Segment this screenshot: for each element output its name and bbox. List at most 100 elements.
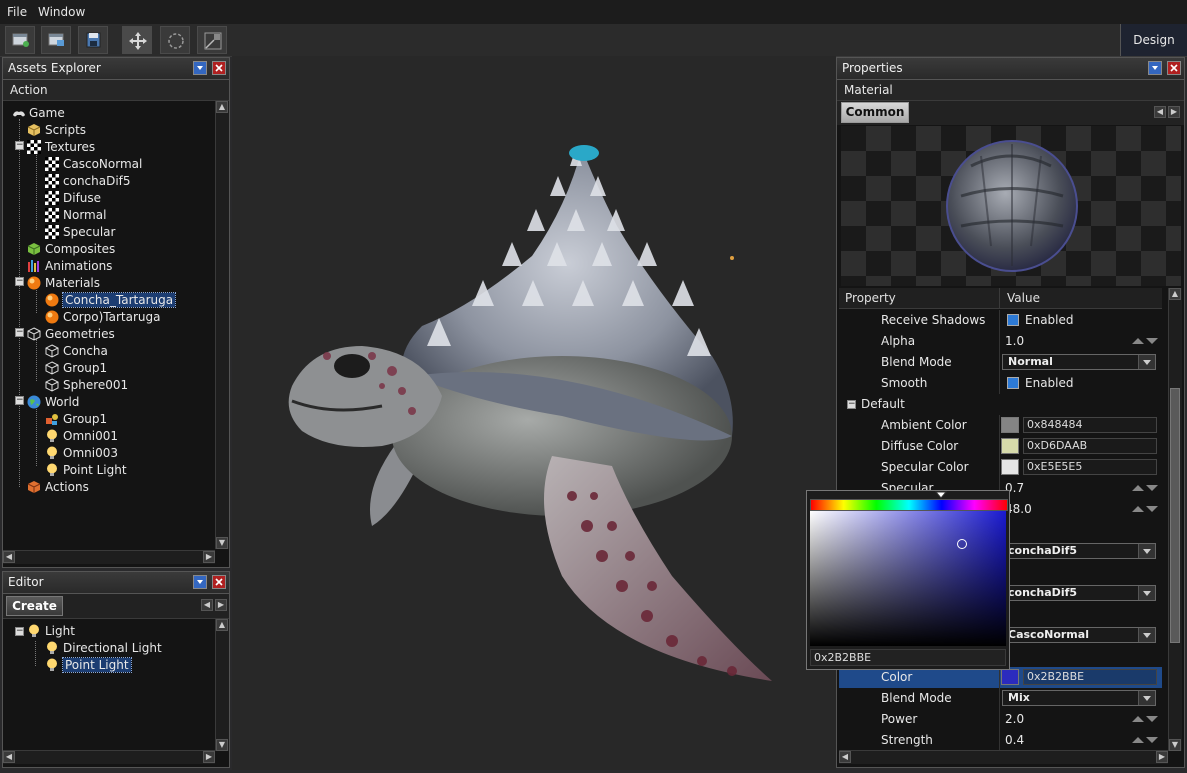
scroll-up-icon[interactable]: ▲ <box>1169 288 1181 300</box>
scroll-left-icon[interactable]: ◀ <box>3 551 15 563</box>
tab-scroll-right-icon[interactable]: ▶ <box>215 599 227 611</box>
spinner-arrows-icon[interactable] <box>1132 715 1158 723</box>
assets-vertical-scrollbar[interactable]: ▲ ▼ <box>215 101 229 549</box>
alpha-value[interactable]: 1.0 <box>1005 334 1024 348</box>
tree-item-sphere001[interactable]: Sphere001 <box>45 377 128 394</box>
blend-mode-2-dropdown[interactable]: Mix <box>1002 690 1156 706</box>
properties-horizontal-scrollbar[interactable]: ◀ ▶ <box>839 750 1168 764</box>
tree-item-animations[interactable]: Animations <box>27 258 112 275</box>
diffuse-color-swatch[interactable] <box>1001 438 1019 454</box>
tree-item-scripts[interactable]: Scripts <box>27 122 86 139</box>
specular-color-swatch[interactable] <box>1001 459 1019 475</box>
blend-mode-dropdown[interactable]: Normal <box>1002 354 1156 370</box>
collapse-materials[interactable]: − <box>15 277 24 286</box>
scroll-up-icon[interactable]: ▲ <box>216 101 228 113</box>
collapse-world[interactable]: − <box>15 396 24 405</box>
editor-item-light[interactable]: Light <box>27 623 75 640</box>
normal-map-dropdown[interactable]: CascoNormal <box>1002 627 1156 643</box>
properties-vertical-scrollbar[interactable]: ▲ ▼ <box>1168 288 1182 751</box>
open-project-button[interactable] <box>41 26 71 54</box>
ambient-color-hex[interactable]: 0x848484 <box>1023 417 1157 433</box>
tree-item-omni001[interactable]: Omni001 <box>45 428 118 445</box>
rotate-tool-button[interactable] <box>160 26 190 54</box>
collapse-default[interactable]: − <box>847 400 856 409</box>
receive-shadows-checkbox[interactable] <box>1007 314 1019 326</box>
assets-horizontal-scrollbar[interactable]: ◀ ▶ <box>3 550 215 564</box>
tree-item-point-light[interactable]: Point Light <box>45 462 127 479</box>
tree-item-geometries[interactable]: Geometries <box>27 326 115 343</box>
collapse-textures[interactable]: − <box>15 141 24 150</box>
tree-item-specular[interactable]: Specular <box>45 224 115 241</box>
editor-horizontal-scrollbar[interactable]: ◀ ▶ <box>3 750 215 764</box>
tree-item-composites[interactable]: Composites <box>27 241 115 258</box>
texture-dropdown-2[interactable]: conchaDif5 <box>1002 585 1156 601</box>
tree-item-normal[interactable]: Normal <box>45 207 106 224</box>
panel-close-button[interactable] <box>1167 61 1181 75</box>
scale-tool-button[interactable] <box>197 26 227 54</box>
tree-item-omni003[interactable]: Omni003 <box>45 445 118 462</box>
strength-value[interactable]: 0.4 <box>1005 733 1024 747</box>
editor-item-directional-light[interactable]: Directional Light <box>45 640 162 657</box>
tree-item-actions[interactable]: Actions <box>27 479 89 496</box>
panel-menu-button[interactable] <box>193 61 207 75</box>
tree-item-casconormal[interactable]: CascoNormal <box>45 156 142 173</box>
editor-vertical-scrollbar[interactable]: ▲ ▼ <box>215 619 229 751</box>
scroll-down-icon[interactable]: ▼ <box>1169 739 1181 751</box>
tree-item-textures[interactable]: Textures <box>27 139 95 156</box>
design-tab[interactable]: Design <box>1120 24 1187 56</box>
tree-item-difuse[interactable]: Difuse <box>45 190 101 207</box>
scroll-right-icon[interactable]: ▶ <box>203 551 215 563</box>
scroll-right-icon[interactable]: ▶ <box>203 751 215 763</box>
tab-scroll-right-icon[interactable]: ▶ <box>1168 106 1180 118</box>
scroll-up-icon[interactable]: ▲ <box>216 619 228 631</box>
color-hex[interactable]: 0x2B2BBE <box>1023 669 1157 685</box>
spinner-arrows-icon[interactable] <box>1132 505 1158 513</box>
prop-group-default[interactable]: − Default <box>839 394 1162 415</box>
scroll-left-icon[interactable]: ◀ <box>3 751 15 763</box>
diffuse-color-hex[interactable]: 0xD6DAAB <box>1023 438 1157 454</box>
tree-item-corpo-tartaruga[interactable]: Corpo)Tartaruga <box>45 309 161 326</box>
tree-item-group1-world[interactable]: Group1 <box>45 411 107 428</box>
spinner-arrows-icon[interactable] <box>1132 337 1158 345</box>
hue-slider[interactable] <box>810 499 1008 511</box>
specular-color-hex[interactable]: 0xE5E5E5 <box>1023 459 1157 475</box>
color-swatch[interactable] <box>1001 669 1019 685</box>
texture-dropdown-1[interactable]: conchaDif5 <box>1002 543 1156 559</box>
panel-close-button[interactable] <box>212 61 226 75</box>
scroll-left-icon[interactable]: ◀ <box>839 751 851 763</box>
tree-item-materials[interactable]: Materials <box>27 275 100 292</box>
ambient-color-swatch[interactable] <box>1001 417 1019 433</box>
menu-window[interactable]: Window <box>38 5 85 19</box>
tree-item-game[interactable]: Game <box>11 105 65 122</box>
scroll-down-icon[interactable]: ▼ <box>216 537 228 549</box>
tree-item-concha[interactable]: Concha <box>45 343 108 360</box>
common-tab[interactable]: Common <box>841 102 909 123</box>
panel-menu-button[interactable] <box>1148 61 1162 75</box>
color-picker-hex-input[interactable]: 0x2B2BBE <box>810 649 1006 666</box>
scroll-down-icon[interactable]: ▼ <box>216 739 228 751</box>
scroll-right-icon[interactable]: ▶ <box>1156 751 1168 763</box>
color-picker-cursor[interactable] <box>957 539 967 549</box>
menu-file[interactable]: File <box>7 5 27 19</box>
panel-menu-button[interactable] <box>193 575 207 589</box>
move-tool-button[interactable] <box>122 26 152 54</box>
smooth-checkbox[interactable] <box>1007 377 1019 389</box>
tree-item-group1-geo[interactable]: Group1 <box>45 360 107 377</box>
new-project-button[interactable] <box>5 26 35 54</box>
viewport-3d[interactable] <box>232 56 836 770</box>
hue-marker-icon[interactable] <box>935 491 947 499</box>
tree-item-conchadif5[interactable]: conchaDif5 <box>45 173 131 190</box>
spinner-arrows-icon[interactable] <box>1132 484 1158 492</box>
tab-scroll-left-icon[interactable]: ◀ <box>1154 106 1166 118</box>
tree-item-concha-tartaruga[interactable]: Concha_Tartaruga <box>45 292 177 309</box>
power-value[interactable]: 2.0 <box>1005 712 1024 726</box>
saturation-value-area[interactable] <box>810 511 1006 646</box>
spinner-arrows-icon[interactable] <box>1132 736 1158 744</box>
panel-close-button[interactable] <box>212 575 226 589</box>
save-button[interactable] <box>78 26 108 54</box>
tab-scroll-left-icon[interactable]: ◀ <box>201 599 213 611</box>
collapse-geometries[interactable]: − <box>15 328 24 337</box>
editor-item-point-light[interactable]: Point Light <box>45 657 132 674</box>
scrollbar-thumb[interactable] <box>1170 388 1180 643</box>
collapse-light[interactable]: − <box>15 627 24 636</box>
